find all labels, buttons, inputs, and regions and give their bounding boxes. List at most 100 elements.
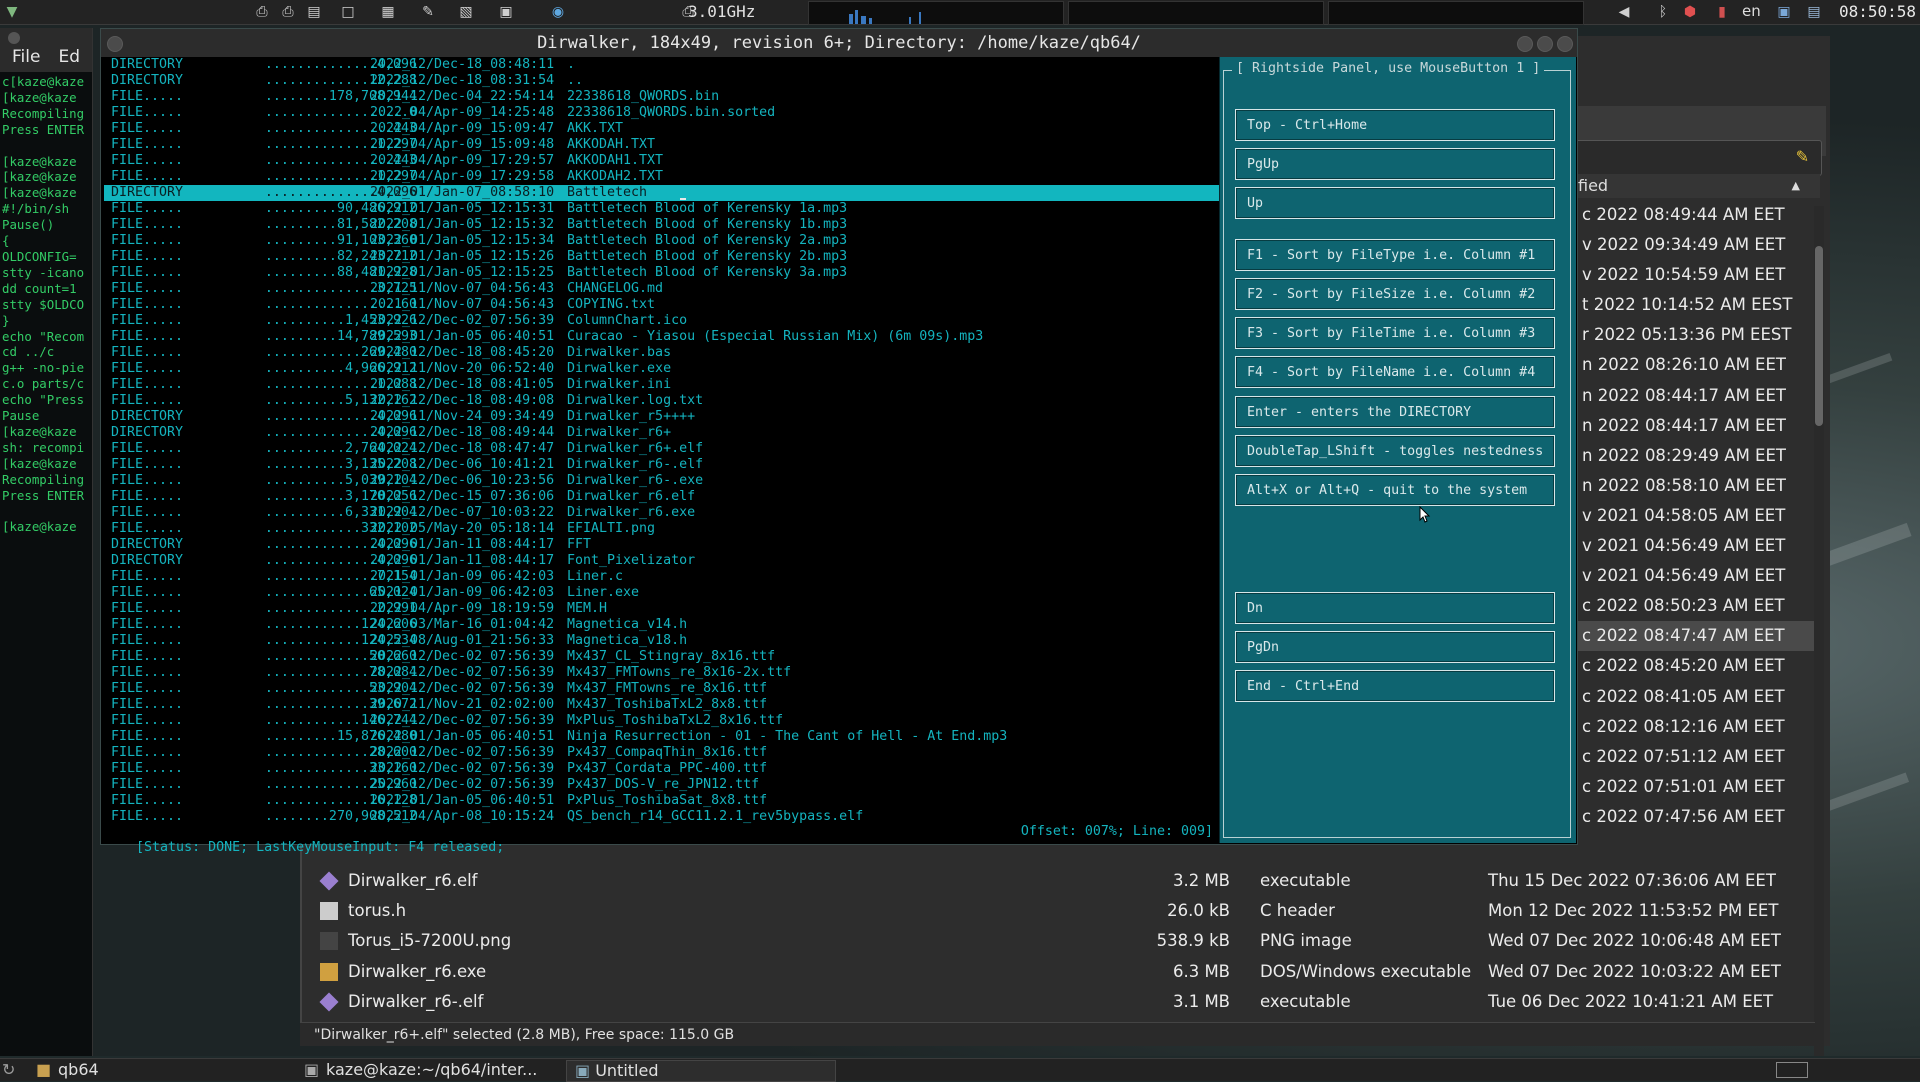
directory-entry[interactable]: FILE..... .............28,600 2022_12/Dec-… (104, 745, 1219, 761)
directory-entry[interactable]: FILE..... ..............3,725 2021_11/Nov-… (104, 281, 1219, 297)
document-icon[interactable]: ▦ (378, 3, 398, 21)
scanner-icon[interactable]: ▤ (304, 3, 324, 21)
security-icon[interactable]: ⬢ (1680, 3, 1700, 21)
directory-entry[interactable]: FILE..... ........270,908,512 2022_04/Apr-… (104, 809, 1219, 825)
down-button[interactable]: Dn (1235, 592, 1555, 624)
directory-entry[interactable]: FILE..... ..........2,764,024 2022_12/Dec-… (104, 441, 1219, 457)
directory-entry[interactable]: FILE..... .............53,904 2022_12/Dec-… (104, 681, 1219, 697)
taskbar-folder-label[interactable]: qb64 (58, 1059, 99, 1081)
sort-filesize-button[interactable]: F2 - Sort by FileSize i.e. Column #2 (1235, 278, 1555, 310)
printer-icon-2[interactable]: ⎙ (278, 3, 298, 21)
end-button[interactable]: End - Ctrl+End (1235, 670, 1555, 702)
modified-cell[interactable]: c 2022 07:47:56 AM EET (1570, 802, 1820, 832)
directory-entry[interactable]: FILE..... .............78,084 2022_12/Dec-… (104, 665, 1219, 681)
modified-cell[interactable]: v 2021 04:56:49 AM EET (1570, 531, 1820, 561)
modified-cell[interactable]: t 2022 10:14:52 AM EEST (1570, 290, 1820, 320)
minimize-icon[interactable] (1517, 36, 1533, 52)
modified-cell[interactable]: c 2022 08:49:44 AM EET (1570, 200, 1820, 230)
modified-cell[interactable]: n 2022 08:58:10 AM EET (1570, 471, 1820, 501)
directory-entry[interactable]: FILE..... ..........4,966,912 2022_11/Nov-… (104, 361, 1219, 377)
terminal-output[interactable]: c[kaze@kaze [kaze@kaze Recompiling Press… (0, 72, 92, 535)
directory-entry[interactable]: FILE..... .............65,024 2021_01/Jan-… (104, 585, 1219, 601)
directory-entry[interactable]: FILE..... ..........3,135,208 2022_12/Dec-… (104, 457, 1219, 473)
directory-entry[interactable]: FILE..... .............33,160 2022_12/Dec-… (104, 761, 1219, 777)
directory-entry[interactable]: DIRECTORY ..............4,096 2022_01/Jan-… (104, 537, 1219, 553)
modified-cell[interactable]: n 2022 08:44:17 AM EET (1570, 411, 1820, 441)
window-control-icon[interactable] (8, 32, 20, 44)
clipboard-icon[interactable]: ▤ (1804, 3, 1824, 21)
modified-cell[interactable]: c 2022 07:51:01 AM EET (1570, 772, 1820, 802)
volume-icon[interactable]: ◀ (1614, 3, 1634, 21)
sort-filetime-button[interactable]: F3 - Sort by FileTime i.e. Column #3 (1235, 317, 1555, 349)
taskbar-untitled[interactable]: ▣ Untitled (566, 1060, 836, 1082)
directory-entry[interactable]: FILE..... ............124,534 2022_08/Aug-… (104, 633, 1219, 649)
quit-button[interactable]: Alt+X or Alt+Q - quit to the system (1235, 474, 1555, 506)
directory-entry[interactable]: DIRECTORY ..............4,096 2022_11/Nov-… (104, 409, 1219, 425)
clear-icon[interactable]: ✎ (1796, 147, 1809, 166)
directory-entry[interactable]: FILE..... ............332,102 2022_05/May-… (104, 521, 1219, 537)
directory-entry[interactable]: FILE..... ..........3,170,056 2022_12/Dec-… (104, 489, 1219, 505)
directory-entry[interactable]: FILE..... .................60 2021_11/Nov-… (104, 297, 1219, 313)
refresh-icon[interactable]: ↻ (2, 1059, 15, 1081)
toggle-nestedness-button[interactable]: DoubleTap_LShift - toggles nestedness (1235, 435, 1555, 467)
directory-entry[interactable]: FILE..... .............50,660 2022_12/Dec-… (104, 649, 1219, 665)
battery-icon[interactable]: ▮ (1712, 3, 1732, 21)
file-row[interactable]: Dirwalker_r6.elf 3.2 MB executable Thu 15 D… (300, 866, 1815, 896)
modified-cell[interactable]: v 2021 04:56:49 AM EET (1570, 561, 1820, 591)
directory-entry[interactable]: FILE..... ..............7,154 2021_01/Jan-… (104, 569, 1219, 585)
top-button[interactable]: Top - Ctrl+Home (1235, 109, 1555, 141)
location-bar[interactable]: ✎ (1575, 140, 1822, 176)
directory-entry[interactable]: DIRECTORY ..............4,096 2022_01/Jan-… (104, 185, 1219, 201)
pgup-button[interactable]: PgUp (1235, 148, 1555, 180)
modified-cell[interactable]: v 2022 09:34:49 AM EET (1570, 230, 1820, 260)
directory-entry[interactable]: FILE..... .........90,486,912 2022_01/Jan-… (104, 201, 1219, 217)
directory-entry[interactable]: DIRECTORY .............12,288 2022_12/Dec-… (104, 73, 1219, 89)
directory-entry[interactable]: FILE..... ........178,708,944 2021_12/Dec-… (104, 89, 1219, 105)
directory-listing[interactable]: DIRECTORY ..............4,096 2022_12/Dec-… (104, 57, 1219, 825)
file-icon[interactable]: □ (338, 3, 358, 21)
modified-cell[interactable]: c 2022 08:50:23 AM EET (1570, 591, 1820, 621)
bluetooth-icon[interactable]: ᛒ (1653, 3, 1673, 21)
close-icon[interactable] (1557, 36, 1573, 52)
directory-entry[interactable]: FILE..... ................443 2022_04/Apr-… (104, 153, 1219, 169)
clock[interactable]: 08:50:58 (1839, 2, 1916, 21)
directory-entry[interactable]: FILE..... .........15,876,480 2022_01/Jan-… (104, 729, 1219, 745)
directory-entry[interactable]: FILE..... ............269,480 2022_12/Dec-… (104, 345, 1219, 361)
taskbar-terminal[interactable]: kaze@kaze:~/qb64/inter... (326, 1059, 537, 1081)
enter-directory-button[interactable]: Enter - enters the DIRECTORY (1235, 396, 1555, 428)
file-row[interactable]: Dirwalker_r6.exe 6.3 MB DOS/Windows execut… (300, 957, 1815, 987)
directory-entry[interactable]: FILE..... .........88,481,928 2022_01/Jan-… (104, 265, 1219, 281)
modified-cell[interactable]: v 2021 04:58:05 AM EET (1570, 501, 1820, 531)
directory-entry[interactable]: FILE..... ..........5,039,104 2022_12/Dec-… (104, 473, 1219, 489)
file-row[interactable]: Dirwalker_r6-.elf 3.1 MB executable Tue 06 … (300, 987, 1815, 1017)
directory-entry[interactable]: FILE..... .........14,789,593 2022_01/Jan-… (104, 329, 1219, 345)
file-row[interactable]: Torus_i5-7200U.png 538.9 kB PNG image Wed 0… (300, 926, 1815, 956)
directory-entry[interactable]: FILE..... ..............1,297 2022_04/Apr-… (104, 169, 1219, 185)
sort-filename-button[interactable]: F4 - Sort by FileName i.e. Column #4 (1235, 356, 1555, 388)
directory-entry[interactable]: FILE..... ..........6,331,904 2022_12/Dec-… (104, 505, 1219, 521)
menu-edit[interactable]: Ed (58, 33, 80, 67)
directory-entry[interactable]: FILE..... .............25,960 2022_12/Dec-… (104, 777, 1219, 793)
directory-entry[interactable]: FILE..... ..................0 2022_04/Apr-… (104, 105, 1219, 121)
directory-entry[interactable]: FILE..... ............124,606 2022_03/Mar-… (104, 617, 1219, 633)
directory-entry[interactable]: FILE..... .............16,128 2022_01/Jan-… (104, 793, 1219, 809)
directory-entry[interactable]: DIRECTORY ..............4,096 2022_01/Jan-… (104, 553, 1219, 569)
maximize-icon[interactable] (1537, 36, 1553, 52)
modified-cell[interactable]: c 2022 08:47:47 AM EET (1570, 621, 1820, 652)
keyboard-layout[interactable]: en (1742, 2, 1761, 20)
menu-icon[interactable]: ▼ (2, 3, 22, 21)
modified-cell[interactable]: v 2022 10:54:59 AM EET (1570, 260, 1820, 290)
modified-cell[interactable]: n 2022 08:26:10 AM EET (1570, 350, 1820, 380)
directory-entry[interactable]: FILE..... ............146,744 2022_12/Dec-… (104, 713, 1219, 729)
column-header-modified[interactable]: fied ▲ (1570, 174, 1820, 198)
show-desktop-icon[interactable] (1776, 1062, 1808, 1078)
pgdn-button[interactable]: PgDn (1235, 631, 1555, 663)
directory-entry[interactable]: FILE..... ................443 2022_04/Apr-… (104, 121, 1219, 137)
directory-entry[interactable]: DIRECTORY ..............4,096 2022_12/Dec-… (104, 57, 1219, 73)
scrollbar-thumb[interactable] (1815, 246, 1823, 426)
window-menu-icon[interactable] (107, 36, 123, 52)
file-search-icon[interactable]: ▧ (456, 3, 476, 21)
modified-cell[interactable]: n 2022 08:44:17 AM EET (1570, 381, 1820, 411)
modified-cell[interactable]: c 2022 08:45:20 AM EET (1570, 651, 1820, 681)
file-row[interactable]: torus.h 26.0 kB C header Mon 12 Dec 2022 11… (300, 896, 1815, 926)
